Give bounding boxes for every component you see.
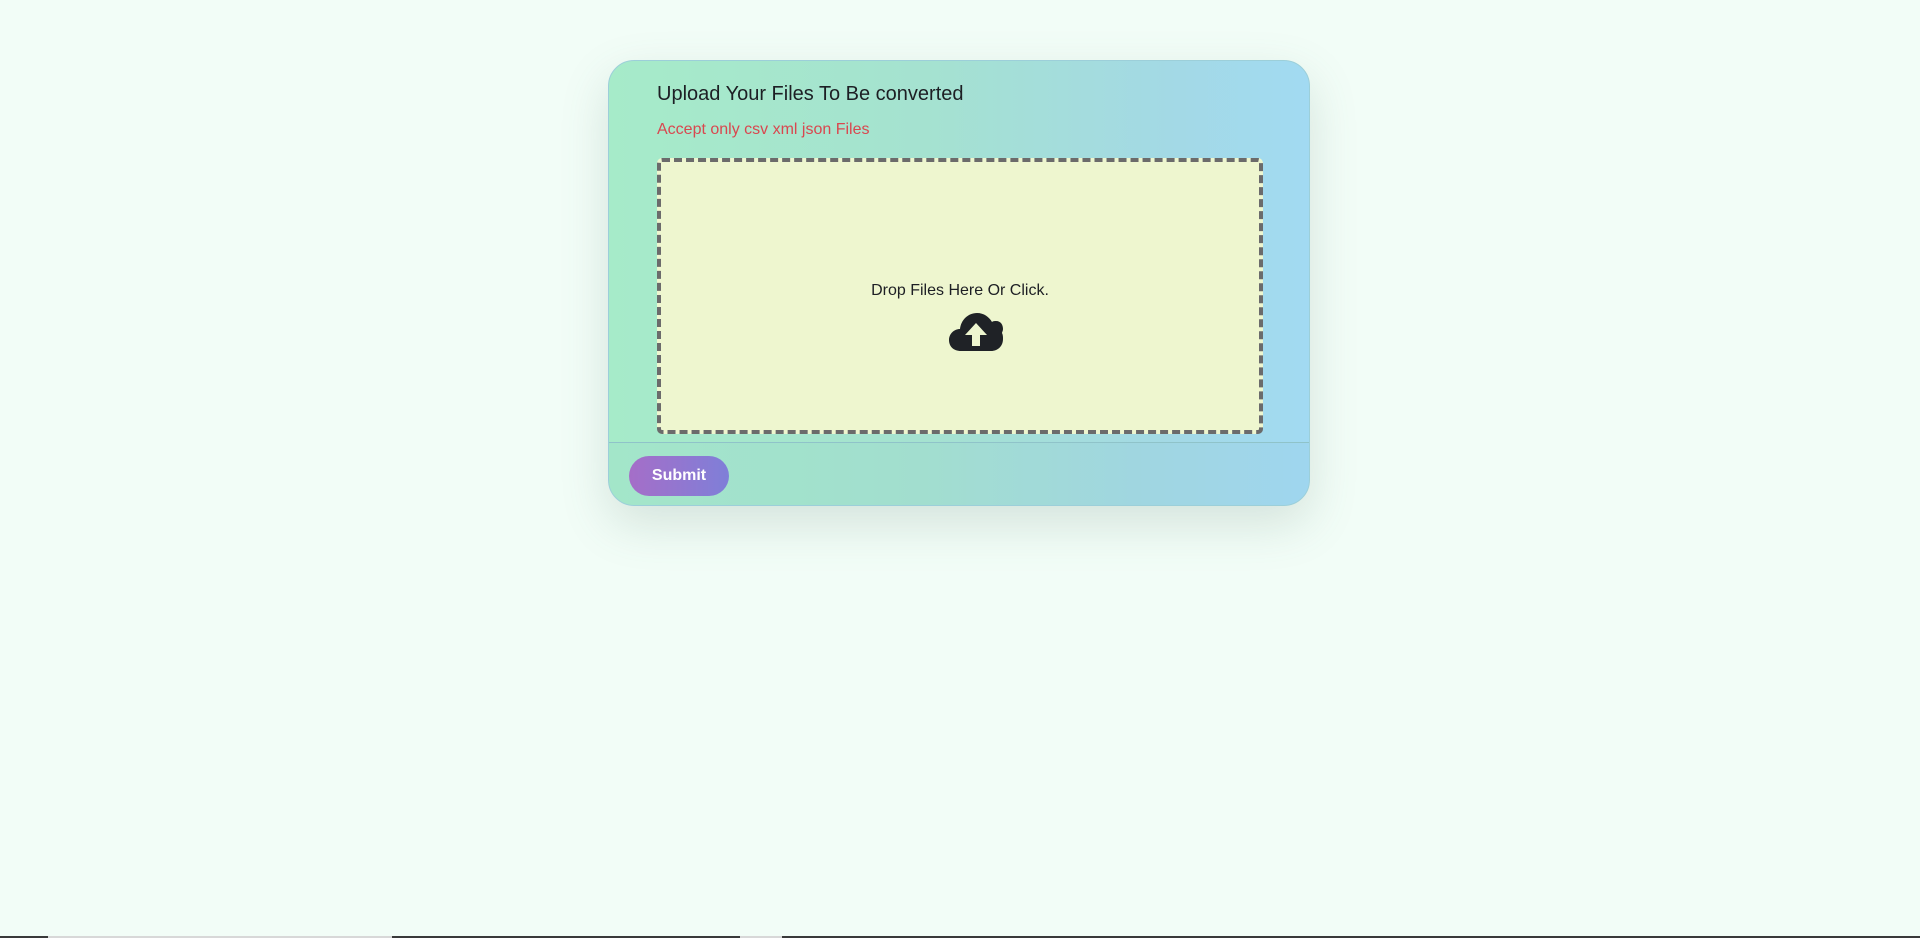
upload-card-footer: Submit [609,442,1309,505]
upload-title: Upload Your Files To Be converted [657,83,964,105]
page: Upload Your Files To Be converted Accept… [0,0,1920,938]
accepted-formats-note: Accept only csv xml json Files [657,121,870,138]
dropzone-label: Drop Files Here Or Click. [871,282,1049,299]
file-dropzone[interactable]: Drop Files Here Or Click. [657,158,1263,434]
submit-button[interactable]: Submit [629,456,729,496]
upload-card: Upload Your Files To Be converted Accept… [608,60,1310,506]
cloud-upload-icon [949,313,1003,351]
